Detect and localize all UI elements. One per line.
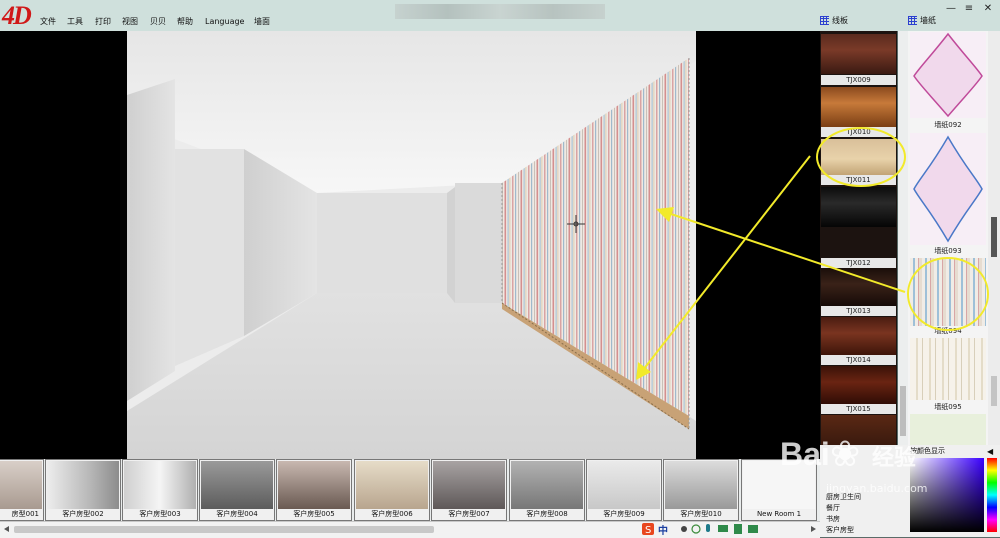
svg-text:S: S — [645, 525, 651, 536]
ime-toolbar: S 中 — [640, 521, 820, 537]
annotation-overlay — [636, 127, 989, 380]
sogou-ime-icon[interactable]: 中 — [658, 522, 668, 537]
